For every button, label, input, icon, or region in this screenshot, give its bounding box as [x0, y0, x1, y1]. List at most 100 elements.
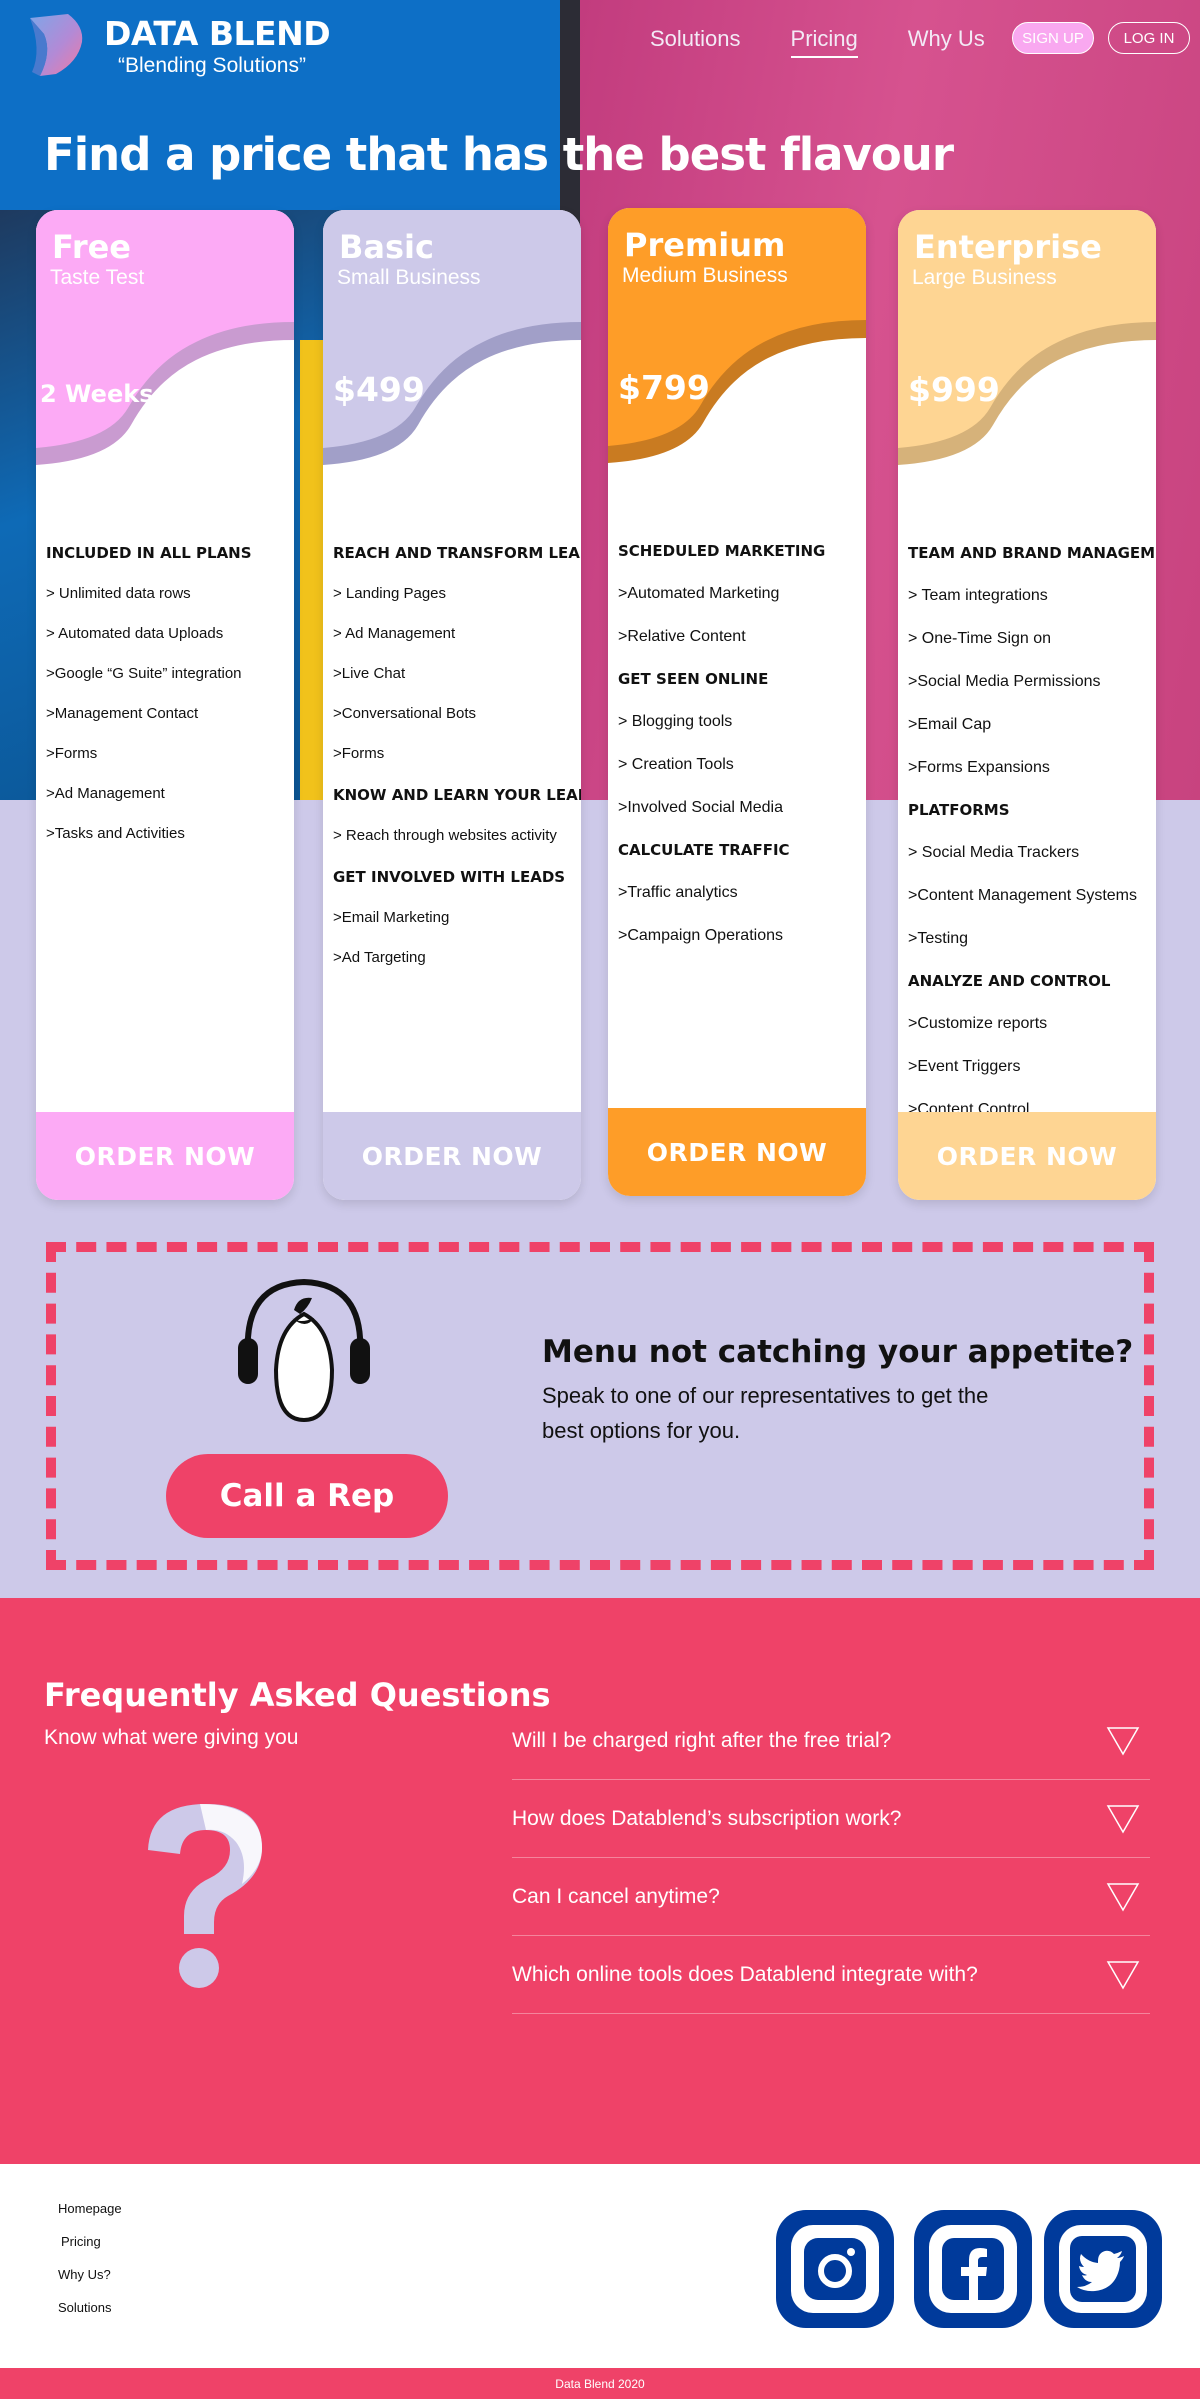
- plan-header: Enterprise Large Business $999: [898, 210, 1156, 510]
- feature-item: >Involved Social Media: [618, 799, 783, 816]
- page-title: Find a price that has the best flavour: [44, 128, 954, 181]
- feature-item: >Testing: [908, 930, 969, 947]
- plan-subtitle: Taste Test: [50, 266, 145, 289]
- footer-link-why-us[interactable]: Why Us?: [58, 2258, 122, 2291]
- plan-features: INCLUDED IN ALL PLANS > Unlimited data ro…: [36, 532, 294, 854]
- call-rep-button[interactable]: Call a Rep: [166, 1454, 448, 1538]
- signup-button[interactable]: SIGN UP: [1012, 22, 1094, 54]
- triangle-down-icon[interactable]: [1106, 1880, 1140, 1914]
- headphones-icon: [238, 1278, 370, 1423]
- facebook-icon[interactable]: [914, 2210, 1032, 2328]
- plan-header: Basic Small Business $499: [323, 210, 581, 510]
- feature-item: > Blogging tools: [618, 713, 733, 730]
- order-now-button[interactable]: ORDER NOW: [323, 1112, 581, 1200]
- order-now-button[interactable]: ORDER NOW: [36, 1112, 294, 1200]
- plan-name: Premium: [624, 226, 786, 264]
- feature-item: >Customize reports: [908, 1015, 1048, 1032]
- plan-name: Free: [52, 228, 131, 266]
- feature-heading: SCHEDULED MARKETING: [618, 542, 826, 560]
- feature-item: >Event Triggers: [908, 1058, 1021, 1075]
- faq-question[interactable]: How does Datablend’s subscription work?: [512, 1807, 901, 1831]
- order-now-button[interactable]: ORDER NOW: [608, 1108, 866, 1196]
- footer-link-homepage[interactable]: Homepage: [58, 2192, 122, 2225]
- logo-icon[interactable]: [26, 12, 88, 78]
- feature-item: >Live Chat: [333, 665, 406, 682]
- instagram-glyph-icon: [804, 2238, 866, 2300]
- nav-why-us[interactable]: Why Us: [908, 26, 985, 58]
- feature-heading: GET INVOLVED WITH LEADS: [333, 868, 566, 886]
- footer-link-pricing[interactable]: Pricing: [58, 2225, 122, 2258]
- triangle-down-icon[interactable]: [1106, 1724, 1140, 1758]
- nav-pricing[interactable]: Pricing: [790, 26, 858, 58]
- feature-heading: REACH AND TRANSFORM LEADS: [333, 544, 581, 562]
- plan-header: Premium Medium Business $799: [608, 208, 866, 508]
- plan-card-free: Free Taste Test 2 Weeks INCLUDED IN ALL PLA…: [36, 210, 294, 1200]
- feature-item: >Email Cap: [908, 716, 992, 733]
- plan-subtitle: Large Business: [912, 266, 1057, 289]
- feature-item: >Email Marketing: [333, 909, 450, 926]
- feature-heading: ANALYZE AND CONTROL: [908, 972, 1111, 990]
- footer-link-solutions[interactable]: Solutions: [58, 2291, 122, 2324]
- feature-item: >Campaign Operations: [618, 927, 783, 944]
- plan-features: TEAM AND BRAND MANAGEMENT > Team integrat…: [898, 532, 1156, 1131]
- plan-price: $999: [908, 370, 1000, 409]
- nav-solutions[interactable]: Solutions: [650, 26, 741, 58]
- feature-item: >Ad Targeting: [333, 949, 426, 966]
- order-now-button[interactable]: ORDER NOW: [898, 1112, 1156, 1200]
- feature-item: > Ad Management: [333, 625, 456, 642]
- triangle-down-icon[interactable]: [1106, 1802, 1140, 1836]
- plan-features: REACH AND TRANSFORM LEADS > Landing Pages…: [323, 532, 581, 978]
- faq-question[interactable]: Which online tools does Datablend integr…: [512, 1963, 978, 1987]
- question-mark-icon: [148, 1804, 262, 1988]
- plan-name: Basic: [339, 228, 434, 266]
- feature-heading: CALCULATE TRAFFIC: [618, 841, 790, 859]
- plan-subtitle: Medium Business: [622, 264, 788, 287]
- faq-subtitle: Know what were giving you: [44, 1726, 299, 1749]
- feature-item: >Tasks and Activities: [46, 825, 185, 842]
- triangle-down-icon[interactable]: [1106, 1958, 1140, 1992]
- brand-tagline: “Blending Solutions”: [118, 54, 306, 77]
- feature-item: >Automated Marketing: [618, 585, 780, 602]
- feature-heading: GET SEEN ONLINE: [618, 670, 769, 688]
- feature-item: >Google “G Suite” integration: [46, 665, 242, 682]
- faq-item[interactable]: How does Datablend’s subscription work?: [512, 1780, 1150, 1858]
- twitter-icon[interactable]: [1044, 2210, 1162, 2328]
- twitter-icon-inner: [1059, 2225, 1147, 2313]
- instagram-icon-inner: [791, 2225, 879, 2313]
- plan-name: Enterprise: [914, 228, 1102, 266]
- faq-item[interactable]: Will I be charged right after the free t…: [512, 1702, 1150, 1780]
- instagram-icon[interactable]: [776, 2210, 894, 2328]
- feature-item: >Traffic analytics: [618, 884, 738, 901]
- feature-item: > One-Time Sign on: [908, 630, 1052, 647]
- feature-item: >Management Contact: [46, 705, 199, 722]
- plan-card-premium: Premium Medium Business $799 SCHEDULED MARK…: [608, 208, 866, 1196]
- feature-item: > Automated data Uploads: [46, 625, 224, 642]
- cta-text: Speak to one of our representatives to g…: [542, 1383, 989, 1443]
- feature-heading: INCLUDED IN ALL PLANS: [46, 544, 252, 562]
- feature-heading: PLATFORMS: [908, 801, 1010, 819]
- feature-item: > Unlimited data rows: [46, 585, 191, 602]
- pricing-page: DATA BLEND “Blending Solutions” Solution…: [0, 0, 1200, 2399]
- feature-heading: KNOW AND LEARN YOUR LEADS: [333, 786, 581, 804]
- faq-item[interactable]: Which online tools does Datablend integr…: [512, 1936, 1150, 2014]
- cta-title: Menu not catching your appetite?: [542, 1334, 1134, 1370]
- plan-card-basic: Basic Small Business $499 REACH AND TRANSFO…: [323, 210, 581, 1200]
- footer: Homepage Pricing Why Us? Solutions: [0, 2164, 1200, 2368]
- feature-item: > Social Media Trackers: [908, 844, 1080, 861]
- main-nav: Solutions Pricing Why Us: [650, 26, 985, 58]
- faq-item[interactable]: Can I cancel anytime?: [512, 1858, 1150, 1936]
- faq-section: Frequently Asked Questions Know what wer…: [0, 1598, 1200, 2164]
- brand-name[interactable]: DATA BLEND: [104, 14, 331, 53]
- feature-item: >Ad Management: [46, 785, 165, 802]
- feature-item: > Reach through websites activity: [333, 827, 557, 844]
- faq-question[interactable]: Will I be charged right after the free t…: [512, 1729, 891, 1753]
- plan-price: $499: [333, 370, 425, 409]
- faq-question[interactable]: Can I cancel anytime?: [512, 1885, 720, 1909]
- plan-features: SCHEDULED MARKETING >Automated Marketing >…: [608, 530, 866, 957]
- feature-item: >Relative Content: [618, 628, 746, 645]
- login-button[interactable]: LOG IN: [1108, 22, 1190, 54]
- plan-price: 2 Weeks: [40, 380, 154, 408]
- plan-card-enterprise: Enterprise Large Business $999 TEAM AND BRA…: [898, 210, 1156, 1200]
- feature-item: >Forms Expansions: [908, 759, 1050, 776]
- facebook-glyph-icon: [942, 2238, 1004, 2300]
